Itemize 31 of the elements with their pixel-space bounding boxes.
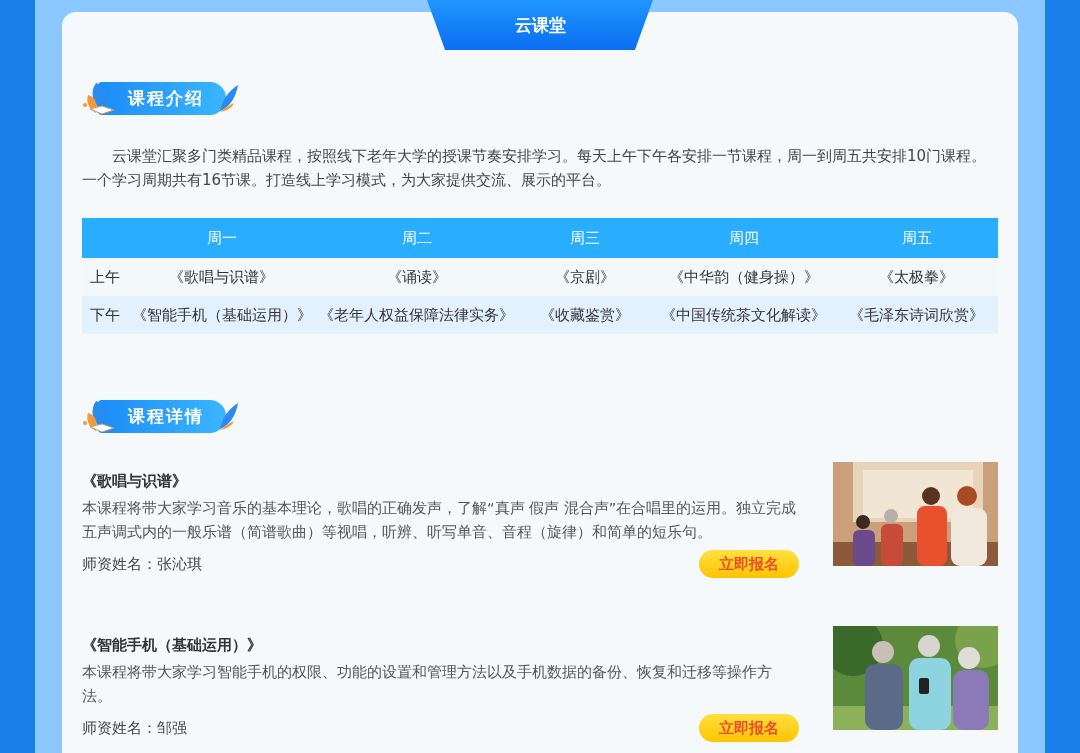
column-header: 周二: [400, 228, 433, 248]
column-header: 周三: [569, 228, 601, 248]
leaf-icon: [218, 83, 240, 113]
column-header: 周四: [727, 228, 760, 248]
course-cell-text: 《诵读》: [385, 267, 448, 287]
course-cell-text: 《歌唱与识谱》: [168, 267, 275, 287]
enroll-button[interactable]: 立即报名: [699, 550, 799, 578]
course-description: 本课程将带大家学习音乐的基本理论，歌唱的正确发声，了解“真声 假声 混合声”在合唱里的运用。独立完成五声调式内的一般乐谱（简谱歌曲）等视唱，听辨、听写单音、音程（旋律）和简单的短乐句。: [82, 499, 798, 542]
column-header: 周五: [900, 228, 933, 248]
course-cell-text: 《老年人权益保障法律实务》: [318, 305, 515, 325]
teacher-name: 师资姓名：邹强: [82, 718, 187, 738]
enroll-button[interactable]: 立即报名: [699, 714, 799, 742]
course-cell-text: 《智能手机（基础运用）》: [130, 305, 313, 325]
course-description: 本课程将带大家学习智能手机的权限、功能的设置和管理方法以及手机数据的备份、恢复和迁移等操作方法。: [82, 663, 773, 706]
course-title: 《歌唱与识谱》: [82, 471, 188, 492]
section-heading: 课程介绍: [98, 81, 226, 115]
course-cell-text: 《毛泽东诗词欣赏》: [848, 305, 985, 325]
intro-paragraph: 云课堂汇聚多门类精品课程，按照线下老年大学的授课节奏安排学习。每天上午下午各安排一节课程，周一到周五共安排10门课程。一个学习周期共有16节课。打造线上学习模式，为大家提供交流、展示的平台。: [82, 146, 988, 191]
course-cell-text: 《收藏鉴赏》: [539, 305, 631, 325]
row-label: 下午: [89, 305, 121, 325]
leaf-icon: [218, 401, 240, 431]
section-heading: 课程详情: [98, 399, 226, 433]
course-cell-text: 《京剧》: [554, 267, 616, 287]
column-header: 周一: [205, 228, 238, 248]
teacher-name: 师资姓名：张沁琪: [82, 554, 202, 574]
course-cell-text: 《太极拳》: [878, 267, 955, 287]
course-cell-text: 《中华韵（健身操）》: [667, 267, 820, 287]
course-cell-text: 《中国传统茶文化解读》: [660, 305, 827, 325]
page-title: 云课堂: [427, 0, 653, 50]
course-title: 《智能手机（基础运用）》: [82, 635, 263, 656]
row-label: 上午: [89, 267, 121, 287]
